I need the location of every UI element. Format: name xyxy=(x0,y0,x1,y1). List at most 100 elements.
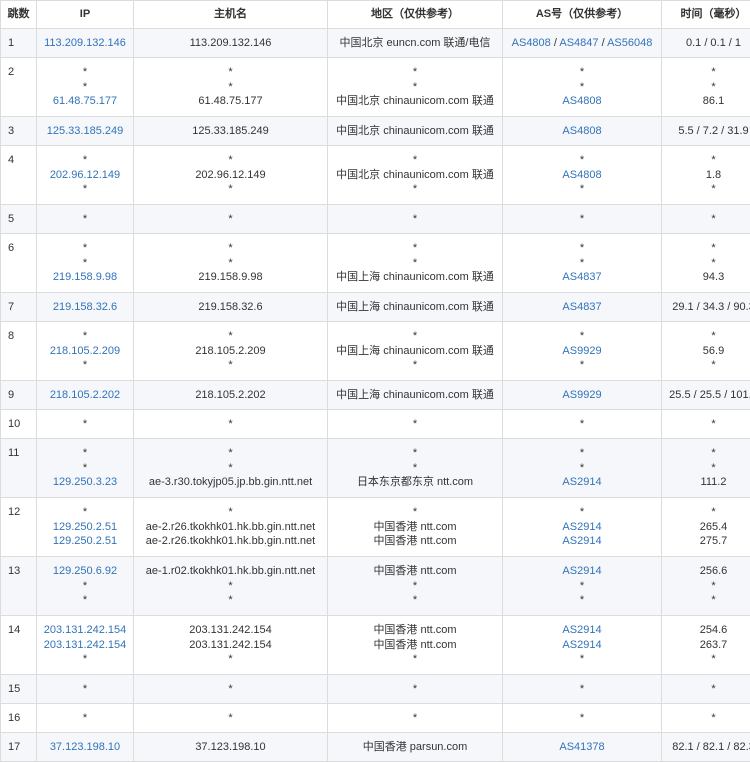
ip-link[interactable]: 129.250.2.51 xyxy=(53,535,117,547)
as-link[interactable]: AS9929 xyxy=(562,345,601,357)
as-line: AS4837 xyxy=(505,270,659,284)
region-line: 中国香港 ntt.com xyxy=(330,638,500,652)
as-line: * xyxy=(505,182,659,196)
ip-link[interactable]: 61.48.75.177 xyxy=(53,95,117,107)
hostname-line: * xyxy=(136,505,325,519)
as-link[interactable]: AS56048 xyxy=(607,37,652,49)
region-line: 中国香港 ntt.com xyxy=(330,534,500,548)
hostname-cell: 37.123.198.10 xyxy=(134,733,328,762)
as-line: * xyxy=(505,65,659,79)
ip-link[interactable]: 113.209.132.146 xyxy=(44,37,126,49)
ip-line: 202.96.12.149 xyxy=(39,168,131,182)
time-cell: 29.1 / 34.3 / 90.3 xyxy=(662,293,750,322)
ip-link[interactable]: 129.250.6.92 xyxy=(53,565,117,577)
ip-line: 125.33.185.249 xyxy=(39,124,131,138)
ip-link[interactable]: 129.250.2.51 xyxy=(53,521,117,533)
as-link[interactable]: AS4808 xyxy=(562,95,601,107)
as-empty: * xyxy=(580,183,584,195)
ip-line: * xyxy=(39,417,131,431)
as-link[interactable]: AS4808 xyxy=(562,125,601,137)
region-cell: * xyxy=(328,704,503,733)
hostname-line: 202.96.12.149 xyxy=(136,168,325,182)
as-cell: **AS2914 xyxy=(503,439,662,498)
ip-link[interactable]: 218.105.2.209 xyxy=(50,345,120,357)
as-line: * xyxy=(505,593,659,607)
ip-line: * xyxy=(39,241,131,255)
as-link[interactable]: AS41378 xyxy=(559,741,604,753)
region-cell: * xyxy=(328,205,503,234)
hop-number: 15 xyxy=(1,675,37,704)
ip-link[interactable]: 219.158.32.6 xyxy=(53,301,117,313)
time-line: * xyxy=(664,358,750,372)
hostname-line: 125.33.185.249 xyxy=(136,124,325,138)
as-link[interactable]: AS2914 xyxy=(562,476,601,488)
time-line: * xyxy=(664,241,750,255)
as-link[interactable]: AS2914 xyxy=(562,565,601,577)
ip-link[interactable]: 37.123.198.10 xyxy=(50,741,120,753)
as-line: AS4808 xyxy=(505,168,659,182)
hostname-cell: ae-1.r02.tkokhk01.hk.bb.gin.ntt.net** xyxy=(134,557,328,616)
time-line: * xyxy=(664,505,750,519)
ip-cell: 218.105.2.202 xyxy=(37,381,134,410)
as-link[interactable]: AS4847 xyxy=(559,37,598,49)
as-link[interactable]: AS2914 xyxy=(562,639,601,651)
region-line: * xyxy=(330,212,500,226)
region-line: * xyxy=(330,417,500,431)
as-link[interactable]: AS4808 xyxy=(512,37,551,49)
time-line: * xyxy=(664,256,750,270)
as-link[interactable]: AS9929 xyxy=(562,389,601,401)
time-line: 56.9 xyxy=(664,344,750,358)
region-line: 中国北京 euncn.com 联通/电信 xyxy=(330,36,500,50)
hostname-cell: 218.105.2.202 xyxy=(134,381,328,410)
time-line: * xyxy=(664,212,750,226)
table-row: 14203.131.242.154203.131.242.154*203.131… xyxy=(1,616,750,675)
region-cell: 中国香港 ntt.com中国香港 ntt.com* xyxy=(328,616,503,675)
as-link[interactable]: AS4808 xyxy=(562,169,601,181)
as-link[interactable]: AS2914 xyxy=(562,535,601,547)
ip-link[interactable]: 218.105.2.202 xyxy=(50,389,120,401)
region-cell: *中国北京 chinaunicom.com 联通* xyxy=(328,146,503,205)
as-line: AS2914 xyxy=(505,520,659,534)
region-cell: 中国香港 ntt.com** xyxy=(328,557,503,616)
ip-line: * xyxy=(39,80,131,94)
table-header-row: 跳数 IP 主机名 地区（仅供参考） AS号（仅供参考） 时间（毫秒） xyxy=(1,1,750,29)
region-line: * xyxy=(330,153,500,167)
region-line: 中国北京 chinaunicom.com 联通 xyxy=(330,168,500,182)
traceroute-table: 跳数 IP 主机名 地区（仅供参考） AS号（仅供参考） 时间（毫秒） 1113… xyxy=(0,0,750,762)
region-cell: 中国香港 parsun.com xyxy=(328,733,503,762)
as-link[interactable]: AS4837 xyxy=(562,271,601,283)
ip-cell: 219.158.32.6 xyxy=(37,293,134,322)
region-cell: *中国上海 chinaunicom.com 联通* xyxy=(328,322,503,381)
as-empty: * xyxy=(580,66,584,78)
table-body: 1113.209.132.146113.209.132.146中国北京 eunc… xyxy=(1,29,750,762)
table-row: 1113.209.132.146113.209.132.146中国北京 eunc… xyxy=(1,29,750,58)
table-row: 3125.33.185.249125.33.185.249中国北京 chinau… xyxy=(1,117,750,146)
hostname-line: * xyxy=(136,256,325,270)
as-link[interactable]: AS2914 xyxy=(562,624,601,636)
ip-link[interactable]: 219.158.9.98 xyxy=(53,271,117,283)
ip-link[interactable]: 203.131.242.154 xyxy=(44,639,127,651)
region-line: 中国北京 chinaunicom.com 联通 xyxy=(330,94,500,108)
ip-link[interactable]: 129.250.3.23 xyxy=(53,476,117,488)
region-line: 中国上海 chinaunicom.com 联通 xyxy=(330,344,500,358)
ip-link[interactable]: 203.131.242.154 xyxy=(44,624,127,636)
ip-cell: 37.123.198.10 xyxy=(37,733,134,762)
ip-cell: 203.131.242.154203.131.242.154* xyxy=(37,616,134,675)
time-cell: 254.6263.7* xyxy=(662,616,750,675)
as-link[interactable]: AS2914 xyxy=(562,521,601,533)
time-cell: **111.2 xyxy=(662,439,750,498)
as-line: * xyxy=(505,212,659,226)
time-cell: * xyxy=(662,410,750,439)
as-line: AS2914 xyxy=(505,534,659,548)
hostname-line: ae-2.r26.tkokhk01.hk.bb.gin.ntt.net xyxy=(136,520,325,534)
as-line: AS4808 / AS4847 / AS56048 xyxy=(505,36,659,50)
ip-cell: * xyxy=(37,205,134,234)
region-line: * xyxy=(330,593,500,607)
as-link[interactable]: AS4837 xyxy=(562,301,601,313)
hostname-line: ae-1.r02.tkokhk01.hk.bb.gin.ntt.net xyxy=(136,564,325,578)
as-line: * xyxy=(505,241,659,255)
ip-link[interactable]: 125.33.185.249 xyxy=(47,125,123,137)
ip-link[interactable]: 202.96.12.149 xyxy=(50,169,120,181)
time-cell: **94.3 xyxy=(662,234,750,293)
table-row: 5***** xyxy=(1,205,750,234)
